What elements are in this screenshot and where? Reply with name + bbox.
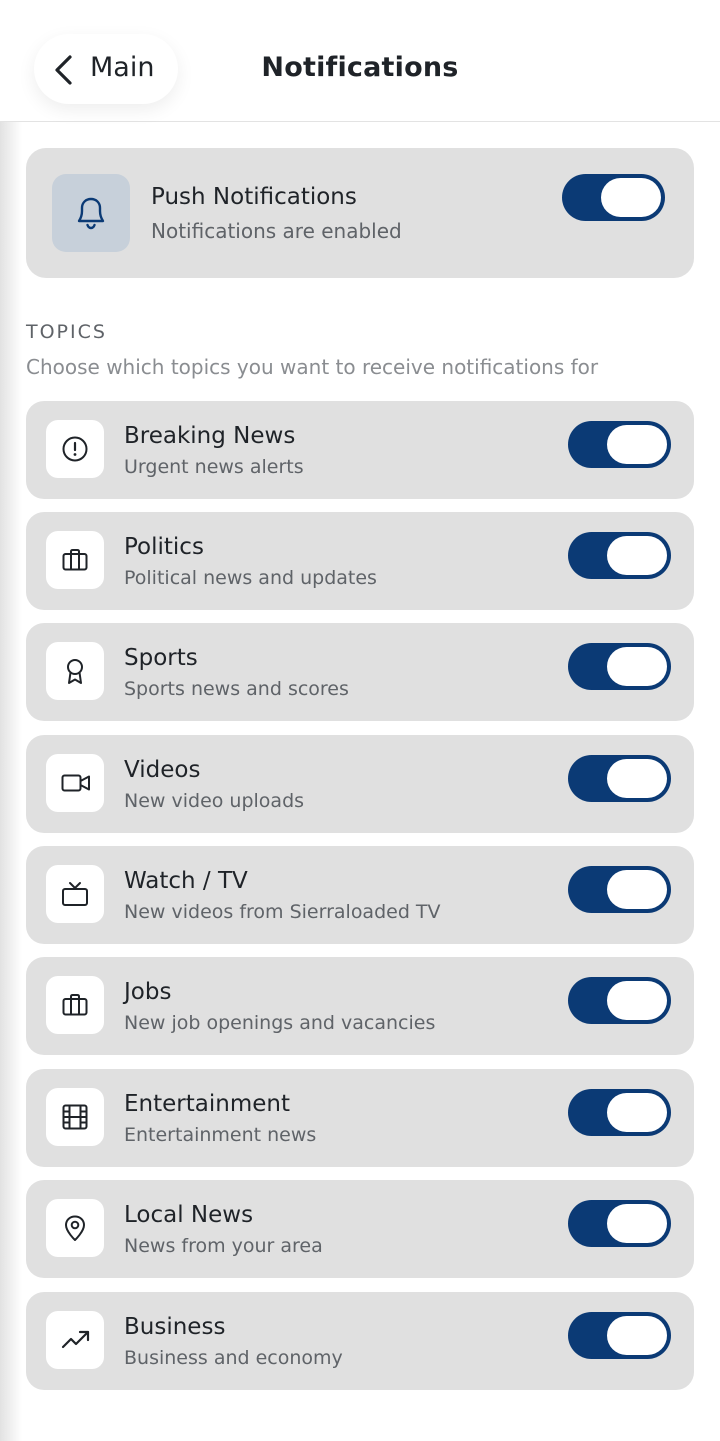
- tv-icon: [62, 882, 88, 906]
- topic-title: Local News: [124, 1202, 254, 1228]
- push-icon-container: [52, 174, 130, 252]
- topic-subtitle: New videos from Sierraloaded TV: [124, 901, 441, 923]
- topic-icon-container: [46, 754, 104, 812]
- toggle-knob: [601, 178, 661, 217]
- toggle-knob: [607, 981, 667, 1020]
- topic-row-entertainment: Entertainment Entertainment news: [26, 1069, 694, 1167]
- toggle-knob: [607, 1204, 667, 1243]
- toggle-knob: [607, 647, 667, 686]
- topics-heading: TOPICS: [26, 321, 107, 343]
- toggle-knob: [607, 870, 667, 909]
- topic-title: Breaking News: [124, 423, 296, 449]
- local-news-toggle[interactable]: [568, 1200, 671, 1247]
- toggle-knob: [607, 759, 667, 798]
- topic-title: Watch / TV: [124, 868, 248, 894]
- watch-tv-toggle[interactable]: [568, 866, 671, 913]
- topic-icon-container: [46, 420, 104, 478]
- film-icon: [62, 1104, 88, 1130]
- topic-subtitle: New video uploads: [124, 790, 305, 812]
- push-notifications-title: Push Notifications: [151, 184, 357, 210]
- jobs-toggle[interactable]: [568, 977, 671, 1024]
- topic-icon-container: [46, 1088, 104, 1146]
- topic-icon-container: [46, 1199, 104, 1257]
- page-title: Notifications: [261, 52, 459, 83]
- topic-row-videos: Videos New video uploads: [26, 735, 694, 833]
- videos-toggle[interactable]: [568, 755, 671, 802]
- business-toggle[interactable]: [568, 1312, 671, 1359]
- header-bar: Main Notifications: [0, 0, 720, 122]
- topic-title: Sports: [124, 645, 198, 671]
- toggle-knob: [607, 425, 667, 464]
- topic-icon-container: [46, 531, 104, 589]
- briefcase-icon: [62, 994, 88, 1016]
- push-notifications-toggle[interactable]: [562, 174, 665, 221]
- topic-title: Videos: [124, 757, 201, 783]
- topic-icon-container: [46, 865, 104, 923]
- topic-subtitle: Political news and updates: [124, 567, 377, 589]
- topic-row-local-news: Local News News from your area: [26, 1180, 694, 1278]
- topic-subtitle: Urgent news alerts: [124, 456, 304, 478]
- topic-icon-container: [46, 642, 104, 700]
- topic-subtitle: News from your area: [124, 1235, 323, 1257]
- push-notifications-card: Push Notifications Notifications are ena…: [26, 148, 694, 278]
- push-notifications-status: Notifications are enabled: [151, 219, 402, 243]
- topic-row-sports: Sports Sports news and scores: [26, 623, 694, 721]
- toggle-knob: [607, 1093, 667, 1132]
- award-icon: [67, 659, 83, 684]
- left-edge-shadow: [0, 0, 22, 1441]
- topic-subtitle: Entertainment news: [124, 1124, 317, 1146]
- topic-row-breaking-news: Breaking News Urgent news alerts: [26, 401, 694, 499]
- topic-row-watch-tv: Watch / TV New videos from Sierraloaded …: [26, 846, 694, 944]
- topic-title: Jobs: [124, 979, 172, 1005]
- breaking-news-toggle[interactable]: [568, 421, 671, 468]
- entertainment-toggle[interactable]: [568, 1089, 671, 1136]
- bell-icon: [77, 197, 105, 230]
- map-pin-icon: [65, 1215, 85, 1241]
- trending-up-icon: [61, 1330, 90, 1349]
- topic-row-business: Business Business and economy: [26, 1292, 694, 1390]
- topic-icon-container: [46, 976, 104, 1034]
- topic-subtitle: Business and economy: [124, 1347, 343, 1369]
- topic-row-jobs: Jobs New job openings and vacancies: [26, 957, 694, 1055]
- briefcase-icon: [62, 549, 88, 571]
- topic-subtitle: Sports news and scores: [124, 678, 349, 700]
- toggle-knob: [607, 536, 667, 575]
- sports-toggle[interactable]: [568, 643, 671, 690]
- politics-toggle[interactable]: [568, 532, 671, 579]
- topic-title: Politics: [124, 534, 204, 560]
- topic-row-politics: Politics Political news and updates: [26, 512, 694, 610]
- topics-description: Choose which topics you want to receive …: [26, 355, 599, 379]
- topic-icon-container: [46, 1311, 104, 1369]
- topic-subtitle: New job openings and vacancies: [124, 1012, 436, 1034]
- topic-title: Business: [124, 1314, 226, 1340]
- topic-title: Entertainment: [124, 1091, 290, 1117]
- alert-circle-icon: [62, 436, 88, 462]
- toggle-knob: [607, 1316, 667, 1355]
- video-camera-icon: [61, 774, 90, 792]
